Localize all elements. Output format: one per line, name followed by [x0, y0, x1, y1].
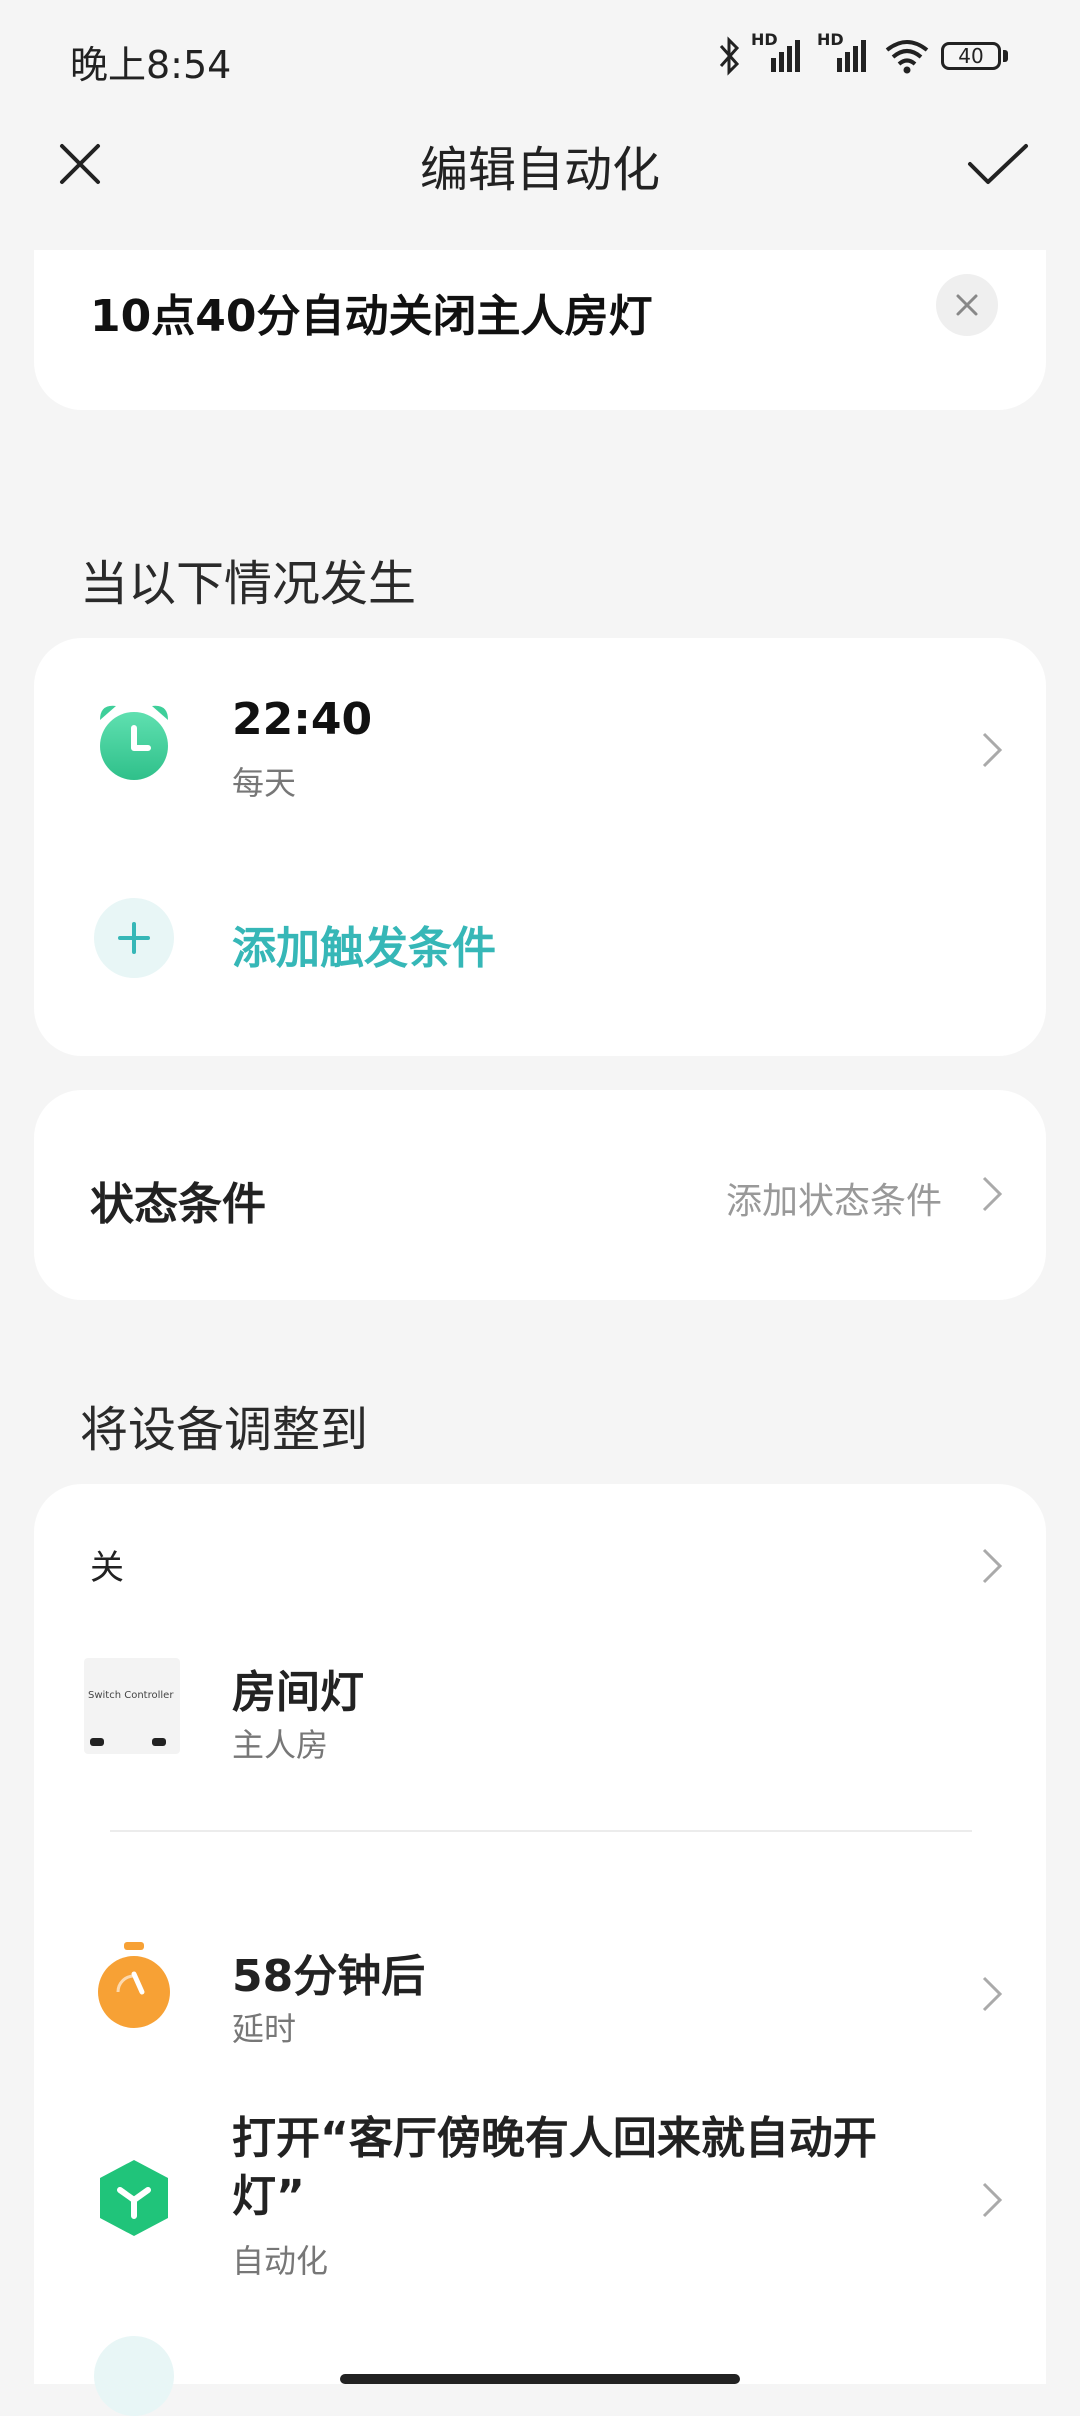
triggers-section-title: 当以下情况发生: [80, 556, 417, 612]
battery-level: 40: [941, 42, 1001, 70]
automation-name-input[interactable]: 10点40分自动关闭主人房灯: [90, 280, 652, 344]
divider: [110, 1830, 972, 1832]
device-state: 关: [90, 1548, 124, 1588]
add-trigger-button[interactable]: 添加触发条件: [34, 878, 1046, 998]
device-action-row[interactable]: 关 Switch Controller 房间灯 主人房: [34, 1484, 1046, 1774]
chevron-right-icon: [982, 1176, 1003, 1212]
conditions-label: 状态条件: [90, 1179, 266, 1230]
add-trigger-label: 添加触发条件: [232, 923, 496, 974]
automation-action-row[interactable]: 打开“客厅傍晚有人回来就自动开灯” 自动化: [34, 2100, 1046, 2300]
conditions-row[interactable]: 状态条件 添加状态条件: [34, 1090, 1046, 1300]
signal-2-icon: HD: [817, 30, 873, 76]
actions-card: 关 Switch Controller 房间灯 主人房 58分钟后 延时 打开“…: [34, 1484, 1046, 2416]
chevron-right-icon: [982, 1548, 1003, 1584]
clear-button[interactable]: [936, 274, 998, 336]
home-indicator[interactable]: [340, 2374, 740, 2384]
battery-icon: 40: [941, 42, 1008, 70]
trigger-repeat: 每天: [232, 764, 297, 802]
chevron-right-icon: [982, 732, 1003, 768]
signal-1-icon: HD: [751, 30, 807, 76]
chevron-right-icon: [982, 1976, 1003, 2012]
automation-title: 打开“客厅傍晚有人回来就自动开灯”: [232, 2113, 877, 2222]
delay-title: 58分钟后: [232, 1951, 426, 2002]
alarm-clock-icon: [100, 705, 168, 780]
automation-subtitle: 自动化: [232, 2242, 329, 2280]
status-icons: HD HD 40: [717, 30, 1008, 78]
name-card: 10点40分自动关闭主人房灯: [34, 250, 1046, 410]
bluetooth-icon: [719, 36, 740, 76]
device-room: 主人房: [232, 1726, 329, 1764]
add-condition-label: 添加状态条件: [725, 1181, 942, 1222]
trigger-time: 22:40: [232, 694, 373, 745]
hd-label: HD: [751, 30, 778, 49]
plus-icon: [94, 898, 174, 978]
delay-subtitle: 延时: [232, 2010, 297, 2048]
device-image-text: Switch Controller: [88, 1690, 174, 1701]
stopwatch-icon: [98, 1942, 170, 2028]
triggers-card: 22:40 每天 添加触发条件: [34, 638, 1046, 1056]
confirm-button[interactable]: [958, 124, 1038, 204]
actions-section-title: 将设备调整到: [80, 1402, 369, 1458]
device-name: 房间灯: [232, 1667, 364, 1718]
hd-label: HD: [817, 30, 844, 49]
page-title: 编辑自动化: [419, 142, 660, 198]
wifi-icon: [885, 40, 929, 74]
add-action-plus-icon[interactable]: [94, 2336, 174, 2416]
check-icon: [968, 144, 1028, 184]
chevron-right-icon: [982, 2182, 1003, 2218]
clear-icon: [956, 294, 978, 316]
status-time: 晚上8:54: [70, 43, 232, 87]
automation-hexagon-icon: [100, 2160, 168, 2236]
trigger-row[interactable]: 22:40 每天: [34, 678, 1046, 818]
device-image: Switch Controller: [84, 1658, 180, 1754]
delay-row[interactable]: 58分钟后 延时: [34, 1924, 1046, 2064]
